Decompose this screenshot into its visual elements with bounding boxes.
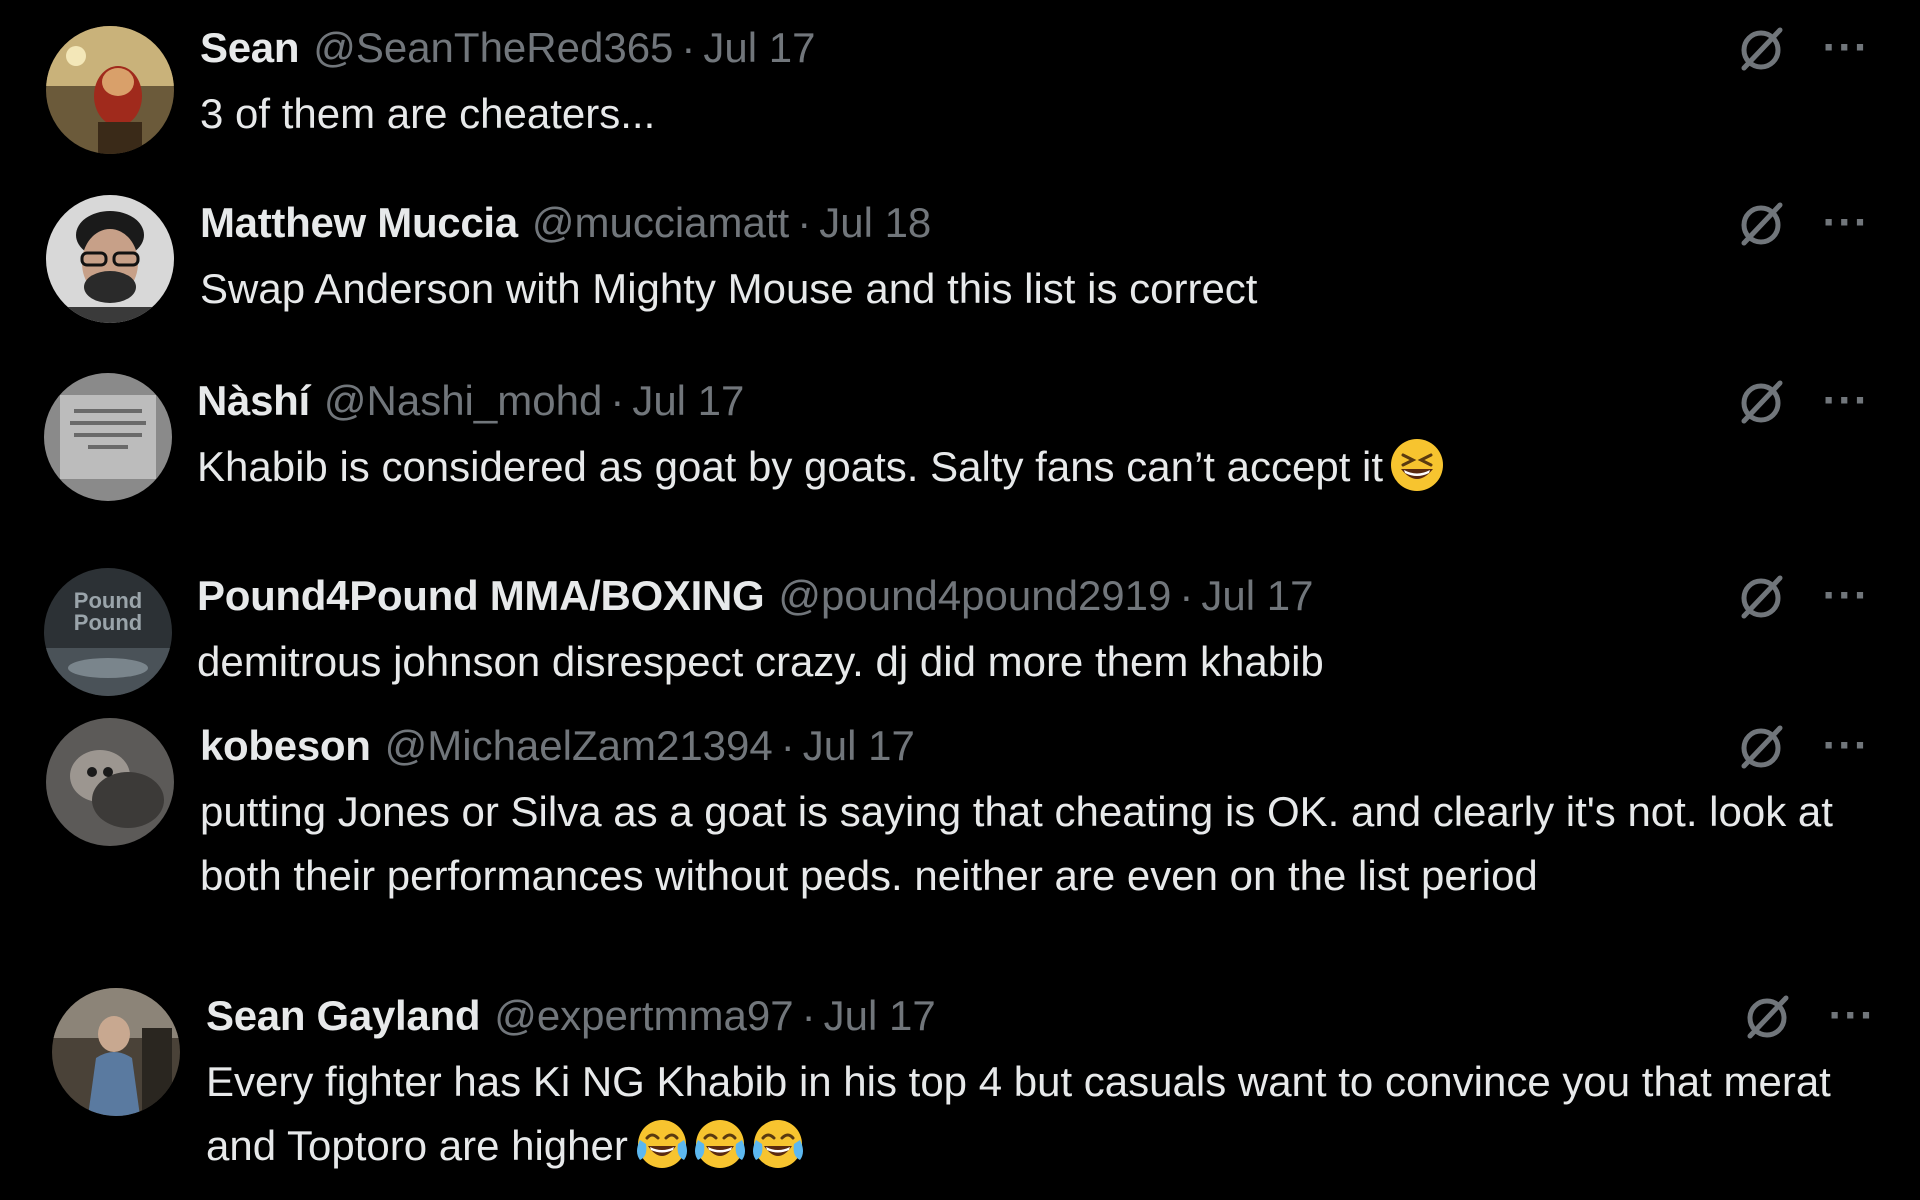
author-name[interactable]: Pound4Pound MMA/BOXING — [197, 568, 765, 624]
post-date[interactable]: Jul 17 — [803, 718, 915, 774]
separator-dot: · — [681, 24, 696, 71]
avatar-image — [46, 718, 174, 846]
avatar-image — [44, 373, 172, 501]
grok-icon[interactable] — [1734, 195, 1790, 251]
reply-header: kobeson @MichaelZam21394 · Jul 17 — [200, 718, 1865, 774]
separator-dot: · — [780, 722, 795, 769]
separator-dot: · — [610, 377, 625, 424]
avatar[interactable] — [44, 373, 172, 501]
post-date[interactable]: Jul 17 — [824, 988, 936, 1044]
avatar-image: Pound Pound — [44, 568, 172, 696]
more-icon[interactable]: ··· — [1818, 20, 1874, 76]
author-name[interactable]: Nàshí — [197, 373, 310, 429]
avatar-logo-text: Pound — [74, 610, 142, 635]
face-with-tears-of-joy-icon — [634, 1116, 690, 1172]
reply-header: Sean @SeanTheRed365 · Jul 17 — [200, 20, 1865, 76]
author-handle[interactable]: @SeanTheRed365 — [313, 20, 673, 76]
grok-icon[interactable] — [1740, 988, 1796, 1044]
avatar[interactable] — [46, 26, 174, 154]
reply-text-content: 3 of them are cheaters... — [200, 90, 656, 137]
reply-text-content: demitrous johnson disrespect crazy. dj d… — [197, 638, 1324, 685]
author-name[interactable]: Matthew Muccia — [200, 195, 518, 251]
reply-header: Matthew Muccia @mucciamatt · Jul 18 — [200, 195, 1865, 251]
grok-icon[interactable] — [1734, 20, 1790, 76]
reply-text-content: Swap Anderson with Mighty Mouse and this… — [200, 265, 1258, 312]
avatar-image — [46, 26, 174, 154]
reply-text-content: putting Jones or Silva as a goat is sayi… — [200, 788, 1833, 899]
avatar[interactable] — [46, 195, 174, 323]
avatar[interactable] — [52, 988, 180, 1116]
author-handle[interactable]: @Nashi_mohd — [324, 373, 602, 429]
avatar-image — [46, 195, 174, 323]
reply-header: Nàshí @Nashi_mohd · Jul 17 — [197, 373, 1865, 429]
author-name[interactable]: Sean — [200, 20, 299, 76]
reply-text: Every fighter has Ki NG Khabib in his to… — [206, 1050, 1865, 1178]
author-handle[interactable]: @expertmma97 — [494, 988, 793, 1044]
author-handle[interactable]: @MichaelZam21394 — [385, 718, 773, 774]
more-icon[interactable]: ··· — [1818, 718, 1874, 774]
face-with-tears-of-joy-icon — [692, 1116, 748, 1172]
reply-header: Pound4Pound MMA/BOXING @pound4pound2919 … — [197, 568, 1865, 624]
grok-icon[interactable] — [1734, 718, 1790, 774]
more-icon[interactable]: ··· — [1818, 373, 1874, 429]
grinning-squinting-face-icon — [1389, 437, 1445, 493]
avatar[interactable] — [46, 718, 174, 846]
grok-icon[interactable] — [1734, 373, 1790, 429]
author-handle[interactable]: @mucciamatt — [532, 195, 789, 251]
author-name[interactable]: kobeson — [200, 718, 371, 774]
reply-text: Swap Anderson with Mighty Mouse and this… — [200, 257, 1865, 321]
post-date[interactable]: Jul 17 — [632, 373, 744, 429]
reply-text-content: Khabib is considered as goat by goats. S… — [197, 443, 1384, 490]
more-icon[interactable]: ··· — [1824, 988, 1880, 1044]
post-date[interactable]: Jul 17 — [703, 20, 815, 76]
avatar-image — [52, 988, 180, 1116]
grok-icon[interactable] — [1734, 568, 1790, 624]
reply-text: 3 of them are cheaters... — [200, 82, 1865, 146]
reply-text-content: Every fighter has Ki NG Khabib in his to… — [206, 1058, 1831, 1169]
post-date[interactable]: Jul 18 — [819, 195, 931, 251]
avatar[interactable]: Pound Pound — [44, 568, 172, 696]
separator-dot: · — [1179, 572, 1194, 619]
reply-text: Khabib is considered as goat by goats. S… — [197, 435, 1865, 499]
face-with-tears-of-joy-icon — [750, 1116, 806, 1172]
separator-dot: · — [801, 992, 816, 1039]
separator-dot: · — [797, 199, 812, 246]
reply-text: putting Jones or Silva as a goat is sayi… — [200, 780, 1865, 908]
reply-text: demitrous johnson disrespect crazy. dj d… — [197, 630, 1865, 694]
post-date[interactable]: Jul 17 — [1201, 568, 1313, 624]
more-icon[interactable]: ··· — [1818, 568, 1874, 624]
more-icon[interactable]: ··· — [1818, 195, 1874, 251]
author-name[interactable]: Sean Gayland — [206, 988, 480, 1044]
author-handle[interactable]: @pound4pound2919 — [778, 568, 1171, 624]
reply-header: Sean Gayland @expertmma97 · Jul 17 — [206, 988, 1865, 1044]
